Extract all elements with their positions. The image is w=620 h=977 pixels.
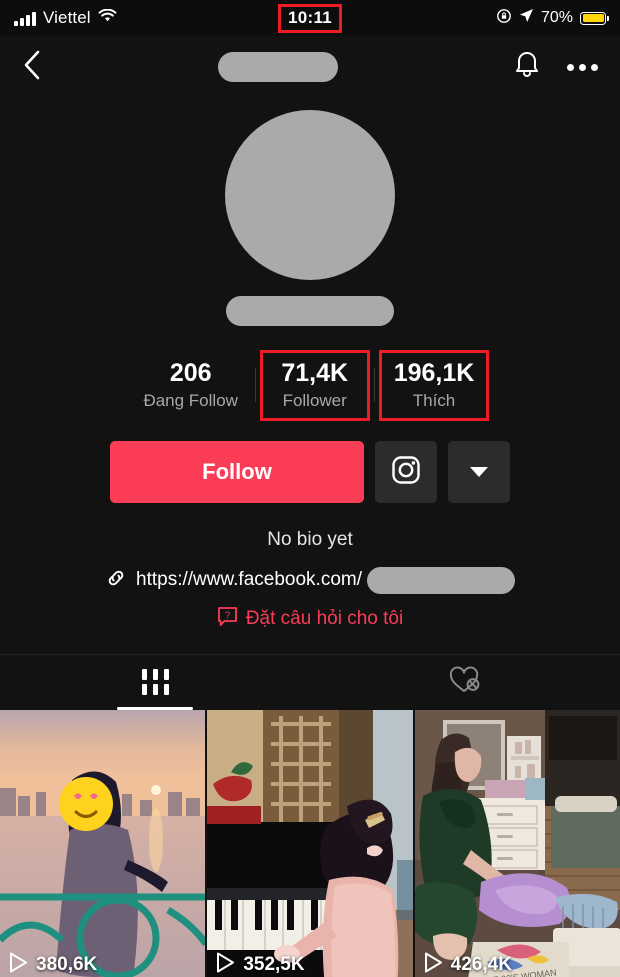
video-view-count: 380,6K xyxy=(36,954,98,976)
chevron-down-icon xyxy=(470,466,488,477)
play-icon xyxy=(9,952,28,977)
play-icon xyxy=(424,952,443,977)
stat-likes-value: 196,1K xyxy=(393,359,475,387)
bio-link-redaction xyxy=(367,566,515,594)
stat-following-value: 206 xyxy=(169,359,212,387)
stat-following[interactable]: 206 Đang Follow xyxy=(131,355,251,416)
instagram-button[interactable] xyxy=(375,440,437,503)
annotation-box-time: 10:11 xyxy=(277,3,343,33)
video-view-count: 352,5K xyxy=(243,954,305,976)
status-bar-right: 70% xyxy=(496,8,609,29)
profile-header xyxy=(0,98,620,326)
battery-icon xyxy=(580,11,609,25)
username-redaction xyxy=(226,296,394,326)
signal-bars-icon xyxy=(14,11,36,26)
back-chevron-icon[interactable] xyxy=(22,49,42,86)
bio-text: No bio yet xyxy=(267,528,353,550)
ask-question-label: Đặt câu hỏi cho tôi xyxy=(245,607,404,629)
more-options-icon[interactable] xyxy=(567,63,598,71)
stat-following-label: Đang Follow xyxy=(143,390,238,410)
stats-row: 206 Đang Follow 71,4K Follower 196,1K Th… xyxy=(0,350,620,421)
stat-likes[interactable]: 196,1K Thích xyxy=(378,350,490,421)
stat-likes-label: Thích xyxy=(412,390,456,410)
instagram-icon xyxy=(390,454,422,489)
grid-icon xyxy=(141,669,169,696)
stat-followers[interactable]: 71,4K Follower xyxy=(259,350,370,421)
tab-liked[interactable] xyxy=(310,655,620,710)
tiktok-profile-screen: Viettel 10:11 70% 206 Đang Follow 71,4K … xyxy=(0,0,620,977)
more-actions-button[interactable] xyxy=(448,440,510,503)
play-icon xyxy=(216,952,235,977)
battery-percent-label: 70% xyxy=(540,9,573,26)
content-tabs xyxy=(0,653,620,710)
bio-link-text: https://www.facebook.com/ xyxy=(136,569,362,591)
stat-followers-value: 71,4K xyxy=(281,359,349,387)
video-view-count-row: 352,5K xyxy=(216,952,305,977)
bell-icon[interactable] xyxy=(513,50,541,85)
video-thumbnail[interactable]: 352,5K xyxy=(207,709,413,977)
question-bubble-icon: ? xyxy=(217,606,238,632)
video-view-count-row: 426,4K xyxy=(424,952,512,977)
nav-bar xyxy=(0,36,620,98)
bio-link-row[interactable]: https://www.facebook.com/ xyxy=(0,566,620,594)
video-view-count-row: 380,6K xyxy=(9,952,97,977)
video-grid: 380,6K 352,5K THE 90'S WOMAN 426,4K xyxy=(0,709,620,977)
follow-button[interactable]: Follow xyxy=(110,440,364,503)
status-bar-left: Viettel xyxy=(14,8,117,28)
video-view-count: 426,4K xyxy=(450,954,512,976)
emoji-overlay xyxy=(59,776,113,831)
video-thumbnail-image: THE 90'S WOMAN xyxy=(414,709,620,977)
svg-text:?: ? xyxy=(225,610,231,621)
stats-divider xyxy=(254,368,256,403)
rotation-lock-icon xyxy=(496,8,512,29)
bio-section: No bio yet https://www.facebook.com/ ? Đ… xyxy=(0,529,620,632)
video-thumbnail-image xyxy=(207,709,413,977)
action-buttons-row: Follow xyxy=(0,440,620,503)
nav-actions xyxy=(513,50,598,85)
page-title-redaction xyxy=(217,52,338,82)
ask-question-row[interactable]: ? Đặt câu hỏi cho tôi xyxy=(0,606,620,632)
location-arrow-icon xyxy=(519,8,534,28)
link-chain-icon xyxy=(105,567,127,594)
stats-divider xyxy=(373,368,375,403)
carrier-label: Viettel xyxy=(43,8,91,27)
heart-slash-icon xyxy=(448,665,482,700)
tab-videos[interactable] xyxy=(0,655,310,710)
stat-followers-label: Follower xyxy=(282,390,347,410)
status-bar: Viettel 10:11 70% xyxy=(0,0,620,36)
clock-annotation: 10:11 xyxy=(277,3,343,33)
video-thumbnail-image xyxy=(0,709,206,977)
video-thumbnail[interactable]: THE 90'S WOMAN 426,4K xyxy=(414,709,620,977)
wifi-icon xyxy=(98,8,117,28)
video-thumbnail[interactable]: 380,6K xyxy=(0,709,206,977)
clock-label: 10:11 xyxy=(287,7,333,27)
avatar[interactable] xyxy=(225,110,395,280)
